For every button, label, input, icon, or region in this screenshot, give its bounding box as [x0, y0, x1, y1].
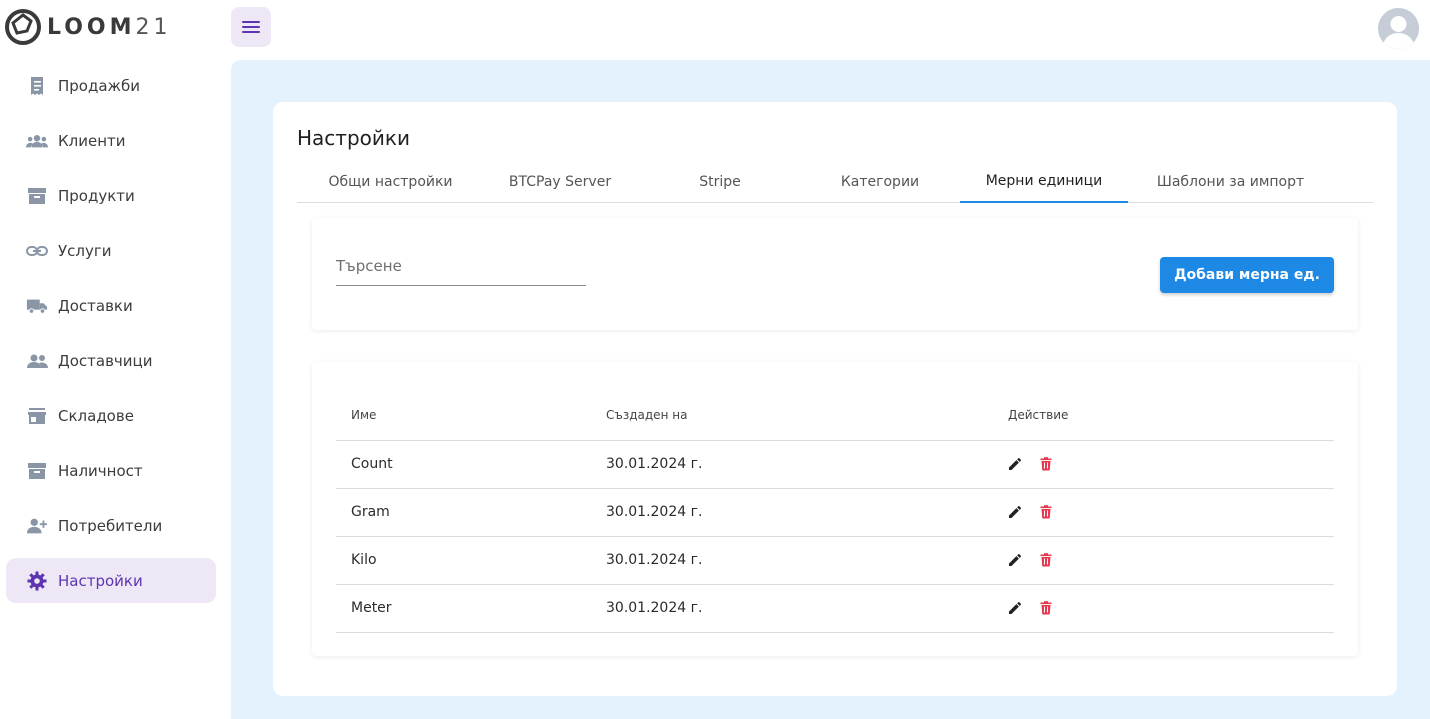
- units-table-panel: Име Създаден на Действие Count 30.01.202…: [312, 362, 1358, 656]
- pencil-icon: [1009, 457, 1022, 470]
- header-created: Създаден на: [591, 390, 993, 441]
- sidebar-item-users[interactable]: Потребители: [6, 503, 216, 548]
- main-content: Настройки Общи настройки BTCPay Server S…: [231, 60, 1430, 719]
- sidebar-item-settings[interactable]: Настройки: [6, 558, 216, 603]
- trash-icon: [1040, 553, 1052, 567]
- delete-button[interactable]: [1040, 457, 1052, 471]
- edit-button[interactable]: [1008, 505, 1022, 519]
- sidebar-nav: Продажби Клиенти Продукти Услуги Доставк…: [6, 63, 216, 613]
- sidebar: LOOM21 Продажби Клиенти Продукти Услуги …: [0, 0, 231, 719]
- sidebar-item-sales[interactable]: Продажби: [6, 63, 216, 108]
- sidebar-item-label: Настройки: [58, 571, 143, 590]
- sidebar-item-services[interactable]: Услуги: [6, 228, 216, 273]
- edit-button[interactable]: [1008, 553, 1022, 567]
- table-row: Gram 30.01.2024 г.: [336, 488, 1334, 537]
- table-row: Kilo 30.01.2024 г.: [336, 536, 1334, 585]
- settings-card: Настройки Общи настройки BTCPay Server S…: [273, 102, 1397, 696]
- header-actions: Действие: [993, 390, 1334, 441]
- cell-actions: [993, 488, 1334, 537]
- person-add-icon: [26, 515, 48, 537]
- gear-icon: [26, 570, 48, 592]
- logo-mark-icon: [5, 9, 41, 45]
- tab-general[interactable]: Общи настройки: [297, 160, 484, 203]
- cell-created: 30.01.2024 г.: [591, 536, 993, 585]
- sidebar-item-products[interactable]: Продукти: [6, 173, 216, 218]
- trash-icon: [1040, 505, 1052, 519]
- table-row: Count 30.01.2024 г.: [336, 440, 1334, 489]
- logo[interactable]: LOOM21: [5, 9, 172, 45]
- receipt-icon: [26, 75, 48, 97]
- sidebar-item-deliveries[interactable]: Доставки: [6, 283, 216, 328]
- sidebar-item-clients[interactable]: Клиенти: [6, 118, 216, 163]
- add-unit-button[interactable]: Добави мерна ед.: [1160, 257, 1334, 293]
- cell-actions: [993, 536, 1334, 585]
- page-title: Настройки: [297, 126, 410, 150]
- sidebar-item-label: Складове: [58, 406, 134, 425]
- tab-btcpay[interactable]: BTCPay Server: [480, 160, 640, 203]
- archive-box-icon: [26, 460, 48, 482]
- sidebar-item-label: Клиенти: [58, 131, 126, 150]
- trash-icon: [1040, 601, 1052, 615]
- archive-box-icon: [26, 185, 48, 207]
- pencil-icon: [1009, 553, 1022, 566]
- store-icon: [26, 405, 48, 427]
- search-field: [336, 248, 586, 286]
- table-header-row: Име Създаден на Действие: [336, 390, 1334, 441]
- toolbar-panel: Добави мерна ед.: [312, 218, 1358, 330]
- sidebar-item-warehouses[interactable]: Складове: [6, 393, 216, 438]
- edit-button[interactable]: [1008, 601, 1022, 615]
- tab-stripe[interactable]: Stripe: [640, 160, 800, 203]
- settings-tabs: Общи настройки BTCPay Server Stripe Кате…: [297, 160, 1373, 203]
- people-icon: [26, 350, 48, 372]
- hamburger-icon: [242, 21, 260, 33]
- pencil-icon: [1009, 601, 1022, 614]
- sidebar-item-label: Продукти: [58, 186, 135, 205]
- tab-import-templates[interactable]: Шаблони за импорт: [1128, 160, 1333, 203]
- tab-categories[interactable]: Категории: [800, 160, 960, 203]
- pencil-icon: [1009, 505, 1022, 518]
- sidebar-item-suppliers[interactable]: Доставчици: [6, 338, 216, 383]
- header-name: Име: [336, 390, 591, 441]
- sidebar-item-label: Наличност: [58, 461, 143, 480]
- table-row: Meter 30.01.2024 г.: [336, 584, 1334, 633]
- sidebar-item-label: Продажби: [58, 76, 141, 95]
- delete-button[interactable]: [1040, 553, 1052, 567]
- cell-name: Meter: [336, 584, 591, 633]
- cell-name: Kilo: [336, 536, 591, 585]
- sidebar-item-label: Услуги: [58, 241, 112, 260]
- link-icon: [26, 240, 48, 262]
- user-avatar[interactable]: [1378, 8, 1419, 49]
- cell-created: 30.01.2024 г.: [591, 488, 993, 537]
- sidebar-item-label: Доставчици: [58, 351, 153, 370]
- brand-suffix: 21: [135, 14, 172, 40]
- user-avatar-icon: [1378, 8, 1419, 49]
- sidebar-item-label: Потребители: [58, 516, 163, 535]
- cell-actions: [993, 440, 1334, 489]
- tab-units[interactable]: Мерни единици: [960, 160, 1128, 203]
- search-input[interactable]: [336, 248, 586, 284]
- units-table: Име Създаден на Действие Count 30.01.202…: [336, 390, 1334, 633]
- people-group-icon: [26, 130, 48, 152]
- cell-created: 30.01.2024 г.: [591, 584, 993, 633]
- brand-name: LOOM: [47, 14, 136, 40]
- cell-name: Count: [336, 440, 591, 489]
- sidebar-item-label: Доставки: [58, 296, 133, 315]
- cell-created: 30.01.2024 г.: [591, 440, 993, 489]
- cell-actions: [993, 584, 1334, 633]
- menu-toggle-button[interactable]: [231, 7, 271, 47]
- trash-icon: [1040, 457, 1052, 471]
- cell-name: Gram: [336, 488, 591, 537]
- logo-text: LOOM21: [47, 15, 172, 40]
- delete-button[interactable]: [1040, 601, 1052, 615]
- sidebar-item-inventory[interactable]: Наличност: [6, 448, 216, 493]
- truck-icon: [26, 295, 48, 317]
- edit-button[interactable]: [1008, 457, 1022, 471]
- delete-button[interactable]: [1040, 505, 1052, 519]
